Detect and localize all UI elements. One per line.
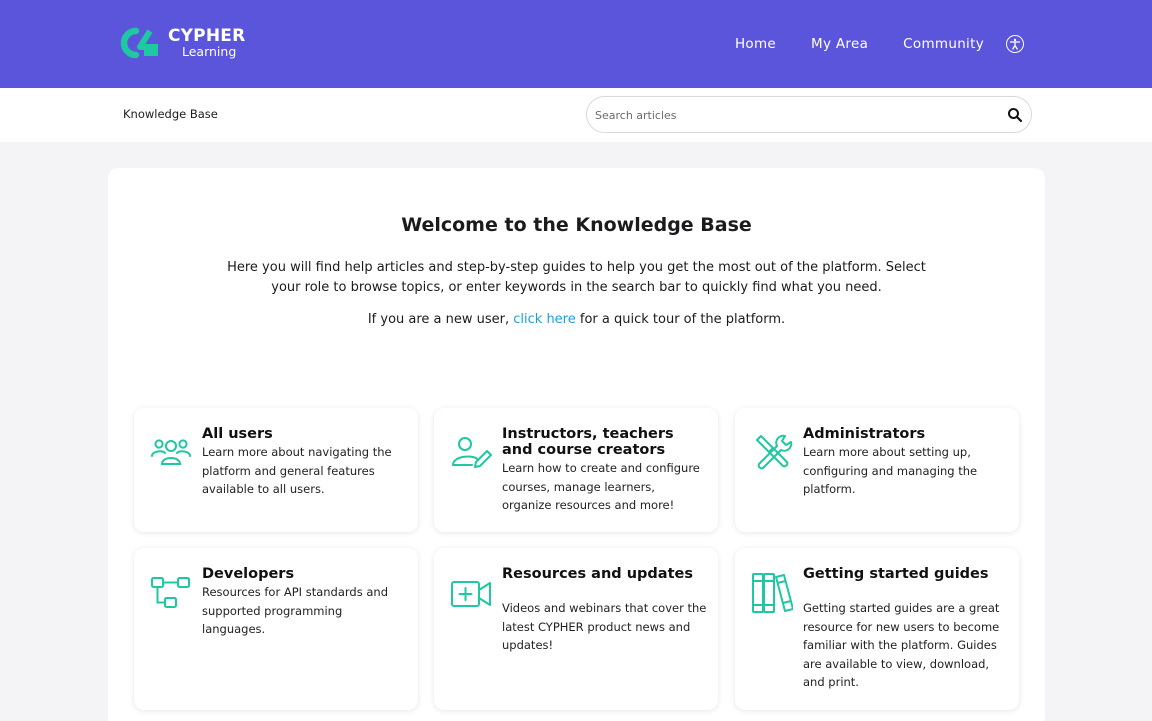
cypher-logo-icon [120,27,158,59]
instructor-icon [452,437,492,468]
card-getting-started[interactable]: Getting started guides Getting started g… [735,548,1019,710]
card-description: Videos and webinars that cover the lates… [502,601,707,652]
card-description: Learn more about setting up, configuring… [803,445,978,496]
card-title: Resources and updates [502,566,693,582]
search-box [586,96,1032,133]
new-user-suffix: for a quick tour of the platform. [575,312,786,327]
card-description: Learn how to create and configure course… [502,461,700,512]
knowledge-base-panel: Welcome to the Knowledge Base Here you w… [108,168,1045,721]
hierarchy-icon [151,577,190,608]
new-user-prefix: If you are a new user, [367,312,514,327]
card-description: Learn more about navigating the platform… [202,445,392,496]
quick-tour-link[interactable]: click here [513,312,575,327]
logo-text: CYPHER Learning [168,25,246,59]
sub-header-bar: Knowledge Base [0,88,1152,142]
logo-title: CYPHER [168,25,246,46]
card-administrators[interactable]: Administrators Learn more about setting … [735,408,1019,532]
breadcrumb[interactable]: Knowledge Base [123,107,218,121]
logo-subtitle: Learning [182,43,237,59]
nav-community[interactable]: Community [903,36,984,52]
books-icon [752,573,793,613]
accessibility-icon[interactable] [1006,35,1024,53]
top-navigation-bar: CYPHER Learning Home My Area Community [0,0,1152,88]
card-title: Instructors, teachers and course creator… [502,426,674,458]
new-user-text: If you are a new user, click here for a … [108,312,1045,327]
search-icon[interactable] [1007,107,1023,123]
card-developers[interactable]: Developers Resources for API standards a… [134,548,418,710]
card-all-users[interactable]: All users Learn more about navigating th… [134,408,418,532]
card-resources-updates[interactable]: Resources and updates Videos and webinar… [434,548,718,710]
search-input[interactable] [595,105,995,125]
intro-text: Here you will find help articles and ste… [227,260,926,295]
main-nav: Home My Area Community [700,0,1024,88]
card-description: Resources for API standards and supporte… [202,585,388,636]
nav-home[interactable]: Home [735,36,776,52]
card-title: Getting started guides [803,566,989,582]
card-title: Developers [202,566,295,582]
card-title: All users [202,426,273,442]
card-instructors[interactable]: Instructors, teachers and course creator… [434,408,718,532]
page-title: Welcome to the Knowledge Base [401,214,752,236]
card-title: Administrators [803,426,926,442]
accessibility-figure-icon [1009,38,1021,50]
card-description: Getting started guides are a great resou… [803,601,1000,689]
users-icon [151,439,191,465]
nav-my-area[interactable]: My Area [811,36,868,52]
tools-icon [756,434,793,470]
video-icon [451,581,491,607]
cypher-learning-logo[interactable]: CYPHER Learning [120,27,245,59]
